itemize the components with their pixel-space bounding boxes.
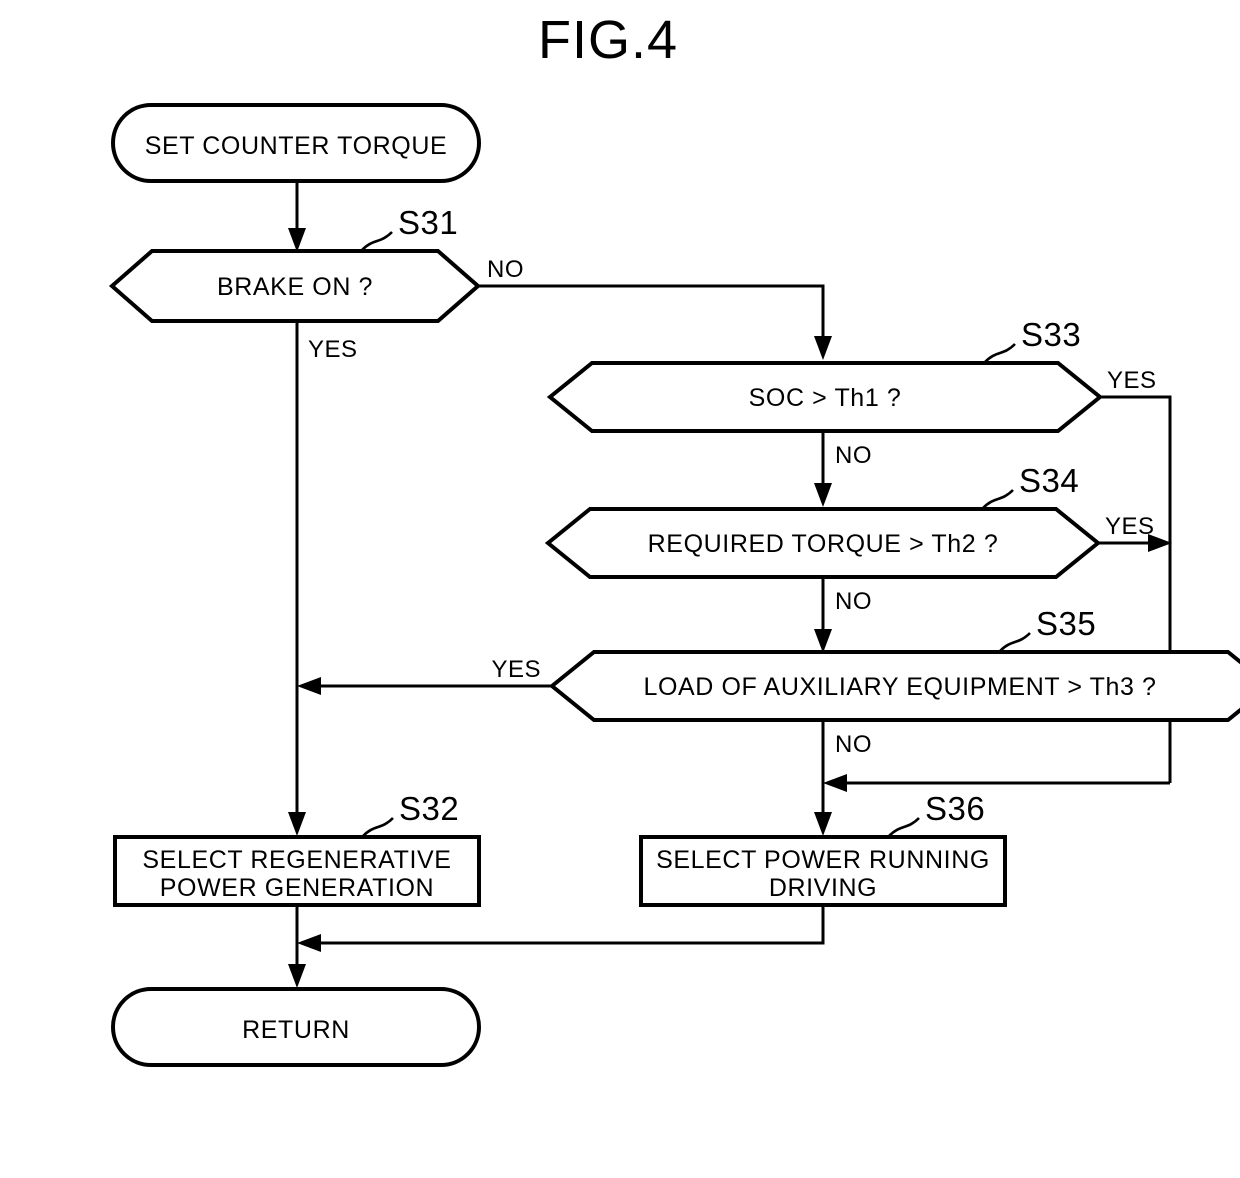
arrowhead-down: [288, 964, 306, 988]
end-label: RETURN: [242, 1016, 350, 1044]
s33-yes-label: YES: [1107, 367, 1157, 394]
s34-step-leader: [982, 489, 1014, 509]
arrowhead-down: [814, 629, 832, 653]
s33-no-label: NO: [835, 442, 872, 469]
s35-yes-label: YES: [491, 656, 541, 683]
connector-s33-no: NO: [814, 431, 872, 507]
arrowhead-left: [297, 677, 321, 695]
connector-s34-no: NO: [814, 577, 872, 653]
start-label: SET COUNTER TORQUE: [145, 132, 448, 160]
s36-label-line1: SELECT POWER RUNNING: [656, 846, 990, 874]
arrowhead-down: [288, 812, 306, 836]
arrowhead-down: [814, 483, 832, 507]
s31-no-label: NO: [487, 256, 524, 283]
s32-step-number: S32: [399, 790, 459, 827]
s34-step-number: S34: [1019, 462, 1079, 499]
node-s33: SOC > Th1 ? S33: [546, 316, 1104, 433]
connector-s32-to-return: [288, 905, 306, 988]
connector-start-to-s31: [288, 181, 306, 252]
connector-s34-yes: YES: [1098, 513, 1172, 552]
s36-step-leader: [888, 817, 920, 837]
s32-step-leader: [362, 817, 394, 837]
arrowhead-down: [814, 336, 832, 360]
s32-label-line1: SELECT REGENERATIVE: [142, 846, 451, 874]
node-s35: LOAD OF AUXILIARY EQUIPMENT > Th3 ? S35: [548, 605, 1240, 722]
node-s31: BRAKE ON ? S31: [108, 204, 482, 323]
s32-label-line2: POWER GENERATION: [160, 874, 434, 902]
s31-step-leader: [361, 231, 393, 251]
s35-step-number: S35: [1036, 605, 1096, 642]
node-end: RETURN: [111, 987, 481, 1067]
s33-step-number: S33: [1021, 316, 1081, 353]
arrowhead-down: [814, 812, 832, 836]
s35-label: LOAD OF AUXILIARY EQUIPMENT > Th3 ?: [643, 673, 1156, 701]
connector-s31-yes: YES: [288, 321, 358, 836]
s31-yes-label: YES: [308, 336, 358, 363]
s33-label: SOC > Th1 ?: [749, 384, 902, 412]
flowchart-diagram: FIG.4 SET COUNTER TORQUE BRAKE ON ? S31 …: [108, 10, 1240, 1067]
connector-s36-to-return: [297, 905, 825, 952]
s33-step-leader: [984, 343, 1016, 363]
s31-step-number: S31: [398, 204, 458, 241]
s36-label-line2: DRIVING: [769, 874, 877, 902]
s34-yes-label: YES: [1105, 513, 1155, 540]
s35-step-leader: [999, 632, 1031, 652]
arrowhead-down: [288, 228, 306, 252]
s34-label: REQUIRED TORQUE > Th2 ?: [648, 530, 999, 558]
s31-label: BRAKE ON ?: [217, 273, 373, 301]
arrowhead-left: [297, 934, 321, 952]
s36-step-number: S36: [925, 790, 985, 827]
arrowhead-left: [823, 774, 847, 792]
figure-title: FIG.4: [538, 10, 678, 70]
s34-no-label: NO: [835, 588, 872, 615]
connector-yes-bus-to-s36: [823, 774, 1170, 792]
figure-container: FIG.4 SET COUNTER TORQUE BRAKE ON ? S31 …: [0, 0, 1240, 1178]
s35-no-label: NO: [835, 731, 872, 758]
node-start: SET COUNTER TORQUE: [111, 103, 481, 183]
connector-s35-yes: YES: [297, 656, 552, 695]
connector-s31-no: NO: [478, 256, 832, 360]
